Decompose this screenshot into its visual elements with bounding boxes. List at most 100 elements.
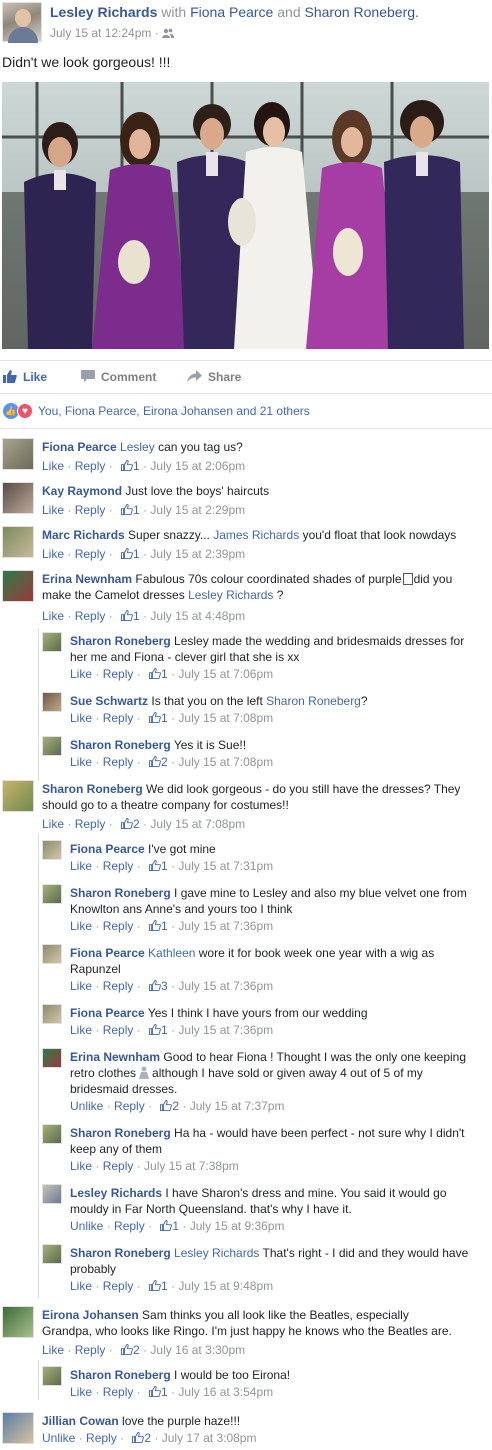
tagged-user-link[interactable]: James Richards bbox=[213, 528, 299, 542]
comment-author[interactable]: Eirona Johansen bbox=[42, 1308, 139, 1322]
like-link[interactable]: Like bbox=[70, 979, 92, 993]
avatar[interactable] bbox=[2, 1412, 34, 1444]
reply-link[interactable]: Reply bbox=[114, 1099, 145, 1113]
comment-timestamp[interactable]: July 15 at 7:38pm bbox=[144, 1159, 239, 1173]
like-link[interactable]: Like bbox=[70, 1279, 92, 1293]
comment-author[interactable]: Jillian Cowan bbox=[42, 1414, 119, 1428]
comment-timestamp[interactable]: July 15 at 9:36pm bbox=[190, 1219, 285, 1233]
like-link[interactable]: Like bbox=[70, 711, 92, 725]
reply-link[interactable]: Reply bbox=[103, 667, 134, 681]
comment-timestamp[interactable]: July 15 at 2:06pm bbox=[150, 459, 245, 473]
comment-author[interactable]: Fiona Pearce bbox=[70, 1006, 145, 1020]
like-count[interactable]: 1 bbox=[133, 503, 140, 517]
reply-link[interactable]: Reply bbox=[75, 609, 106, 623]
reply-link[interactable]: Reply bbox=[75, 503, 106, 517]
like-link[interactable]: Like bbox=[42, 459, 64, 473]
reply-link[interactable]: Reply bbox=[75, 547, 106, 561]
avatar[interactable] bbox=[42, 632, 62, 652]
comment-author[interactable]: Lesley Richards bbox=[70, 1186, 162, 1200]
like-link[interactable]: Like bbox=[42, 609, 64, 623]
post-timestamp[interactable]: July 15 at 12:24pm bbox=[50, 26, 151, 40]
comment-button[interactable]: Comment bbox=[81, 370, 156, 384]
like-link[interactable]: Like bbox=[42, 547, 64, 561]
like-count[interactable]: 1 bbox=[161, 859, 168, 873]
comment-timestamp[interactable]: July 15 at 7:37pm bbox=[190, 1099, 285, 1113]
tagged-user-link[interactable]: Lesley bbox=[120, 440, 155, 454]
comment-author[interactable]: Marc Richards bbox=[42, 528, 125, 542]
reply-link[interactable]: Reply bbox=[75, 459, 106, 473]
tagged-user-link[interactable]: Sharon Roneberg bbox=[266, 694, 361, 708]
comment-author[interactable]: Fiona Pearce bbox=[42, 440, 117, 454]
like-link[interactable]: Like bbox=[42, 817, 64, 831]
author-avatar[interactable] bbox=[2, 2, 42, 43]
avatar[interactable] bbox=[2, 482, 34, 514]
like-count[interactable]: 2 bbox=[172, 1099, 179, 1113]
comment-author[interactable]: Fiona Pearce bbox=[70, 946, 145, 960]
like-link[interactable]: Like bbox=[70, 1023, 92, 1037]
comment-timestamp[interactable]: July 15 at 7:08pm bbox=[178, 711, 273, 725]
avatar[interactable] bbox=[42, 884, 62, 904]
post-photo[interactable] bbox=[2, 82, 489, 349]
friends-icon[interactable] bbox=[162, 28, 175, 38]
avatar[interactable] bbox=[42, 944, 62, 964]
reply-link[interactable]: Reply bbox=[75, 817, 106, 831]
comment-timestamp[interactable]: July 15 at 9:48pm bbox=[178, 1279, 273, 1293]
reply-link[interactable]: Reply bbox=[103, 919, 134, 933]
like-link[interactable]: Like bbox=[70, 859, 92, 873]
comment-timestamp[interactable]: July 15 at 7:08pm bbox=[178, 755, 273, 769]
like-count[interactable]: 2 bbox=[133, 817, 140, 831]
comment-author[interactable]: Erina Newnham bbox=[70, 1050, 160, 1064]
tagged-user-link[interactable]: Sharon Roneberg. bbox=[305, 4, 419, 20]
avatar[interactable] bbox=[42, 692, 62, 712]
comment-timestamp[interactable]: July 15 at 7:08pm bbox=[150, 817, 245, 831]
unlike-link[interactable]: Unlike bbox=[70, 1219, 103, 1233]
comment-author[interactable]: Sharon Roneberg bbox=[70, 886, 171, 900]
comment-author[interactable]: Sharon Roneberg bbox=[70, 738, 171, 752]
comment-timestamp[interactable]: July 15 at 2:39pm bbox=[150, 547, 245, 561]
comment-timestamp[interactable]: July 15 at 2:29pm bbox=[150, 503, 245, 517]
reactions-summary[interactable]: 👍 ♥ You, Fiona Pearce, Eirona Johansen a… bbox=[0, 400, 492, 422]
comment-author[interactable]: Kay Raymond bbox=[42, 484, 122, 498]
like-link[interactable]: Like bbox=[70, 755, 92, 769]
avatar[interactable] bbox=[2, 780, 34, 812]
reply-link[interactable]: Reply bbox=[103, 1159, 134, 1173]
like-count[interactable]: 2 bbox=[161, 755, 168, 769]
comment-author[interactable]: Sharon Roneberg bbox=[42, 782, 143, 796]
comment-timestamp[interactable]: July 15 at 7:36pm bbox=[178, 919, 273, 933]
comment-author[interactable]: Fiona Pearce bbox=[70, 842, 145, 856]
comment-timestamp[interactable]: July 15 at 7:36pm bbox=[178, 979, 273, 993]
avatar[interactable] bbox=[42, 1366, 62, 1386]
comment-author[interactable]: Sharon Roneberg bbox=[70, 1126, 171, 1140]
comment-author[interactable]: Sharon Roneberg bbox=[70, 634, 171, 648]
like-count[interactable]: 1 bbox=[133, 459, 140, 473]
avatar[interactable] bbox=[2, 570, 34, 602]
reply-link[interactable]: Reply bbox=[103, 1385, 134, 1399]
like-count[interactable]: 3 bbox=[161, 979, 168, 993]
like-count[interactable]: 2 bbox=[144, 1431, 151, 1445]
like-count[interactable]: 1 bbox=[133, 547, 140, 561]
reply-link[interactable]: Reply bbox=[75, 1343, 106, 1357]
avatar[interactable] bbox=[42, 1124, 62, 1144]
like-link[interactable]: Like bbox=[70, 667, 92, 681]
like-count[interactable]: 1 bbox=[161, 1385, 168, 1399]
avatar[interactable] bbox=[42, 1244, 62, 1264]
like-count[interactable]: 1 bbox=[161, 1279, 168, 1293]
tagged-user-link[interactable]: Lesley Richards bbox=[174, 1246, 259, 1260]
comment-author[interactable]: Sharon Roneberg bbox=[70, 1368, 171, 1382]
comment-author[interactable]: Sue Schwartz bbox=[70, 694, 148, 708]
comment-author[interactable]: Erina Newnham bbox=[42, 572, 132, 586]
like-link[interactable]: Like bbox=[42, 503, 64, 517]
avatar[interactable] bbox=[42, 1004, 62, 1024]
reply-link[interactable]: Reply bbox=[103, 755, 134, 769]
like-count[interactable]: 1 bbox=[133, 609, 140, 623]
avatar[interactable] bbox=[42, 840, 62, 860]
unlike-link[interactable]: Unlike bbox=[42, 1431, 75, 1445]
like-link[interactable]: Like bbox=[70, 1385, 92, 1399]
reply-link[interactable]: Reply bbox=[103, 1279, 134, 1293]
tagged-user-link[interactable]: Kathleen bbox=[148, 946, 195, 960]
like-count[interactable]: 1 bbox=[161, 711, 168, 725]
reply-link[interactable]: Reply bbox=[114, 1219, 145, 1233]
avatar[interactable] bbox=[42, 1048, 62, 1068]
reply-link[interactable]: Reply bbox=[103, 1023, 134, 1037]
unlike-link[interactable]: Unlike bbox=[70, 1099, 103, 1113]
